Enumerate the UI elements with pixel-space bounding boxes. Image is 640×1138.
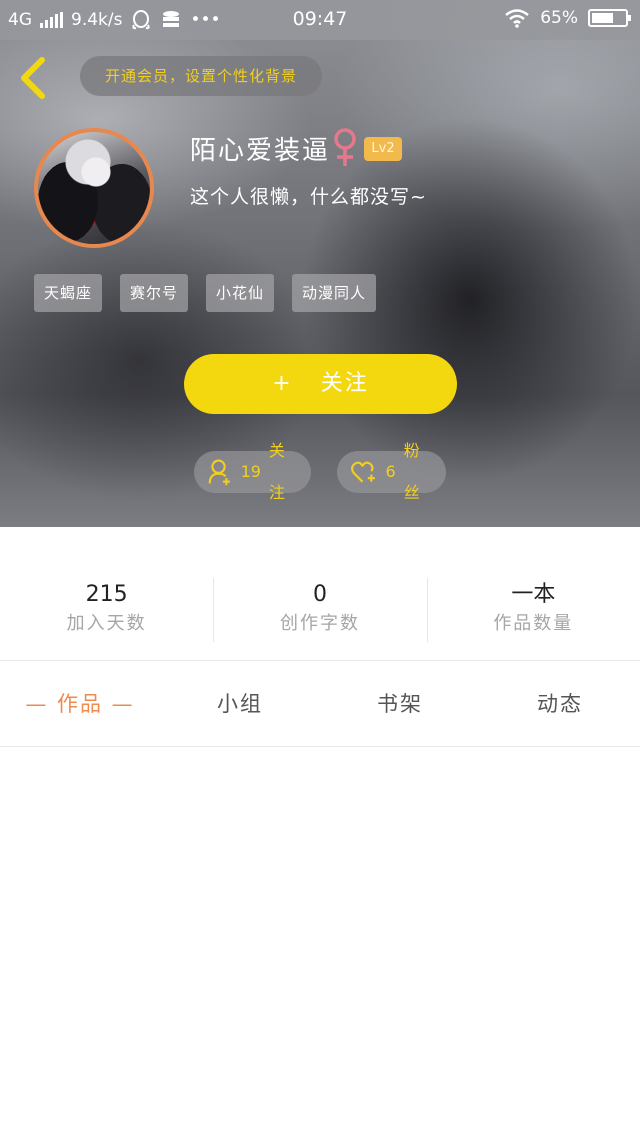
avatar[interactable] bbox=[34, 128, 154, 248]
stat-join-days: 215 加入天数 bbox=[0, 568, 213, 644]
stats-row: 215 加入天数 0 创作字数 一本 作品数量 bbox=[0, 568, 640, 644]
stat-value: 215 bbox=[85, 582, 128, 607]
following-count: 19 bbox=[240, 462, 261, 481]
tag-list: 天蝎座 赛尔号 小花仙 动漫同人 bbox=[34, 274, 377, 312]
content-area bbox=[0, 747, 640, 1138]
tag-item[interactable]: 赛尔号 bbox=[120, 274, 189, 312]
username: 陌心爱装逼 bbox=[190, 136, 331, 166]
profile-tabs: — 作品 — 小组 书架 动态 bbox=[0, 662, 640, 746]
divider bbox=[0, 660, 640, 661]
fans-count-button[interactable]: 6 粉丝 bbox=[337, 441, 446, 502]
fans-count: 6 bbox=[385, 462, 396, 481]
stat-word-count: 0 创作字数 bbox=[213, 568, 426, 644]
tab-works[interactable]: — 作品 — bbox=[0, 662, 160, 746]
following-count-button[interactable]: 19 关注 bbox=[194, 441, 311, 502]
tag-item[interactable]: 小花仙 bbox=[206, 274, 275, 312]
follow-button-label: 关注 bbox=[320, 371, 369, 396]
stat-value: 0 bbox=[312, 582, 327, 607]
tab-bookshelf[interactable]: 书架 bbox=[320, 662, 480, 746]
stat-works-count: 一本 作品数量 bbox=[426, 568, 640, 644]
status-right: 65% bbox=[504, 8, 631, 28]
back-button[interactable] bbox=[14, 56, 54, 100]
wifi-icon bbox=[505, 9, 529, 28]
heart-add-icon bbox=[351, 461, 375, 483]
fans-label: 粉丝 bbox=[403, 441, 420, 502]
back-arrow-icon bbox=[21, 57, 45, 99]
tab-groups[interactable]: 小组 bbox=[160, 662, 320, 746]
follow-button[interactable]: + 关注 bbox=[184, 354, 457, 414]
battery-percent: 65% bbox=[540, 8, 578, 28]
user-add-icon bbox=[208, 459, 230, 486]
stat-label: 作品数量 bbox=[493, 613, 574, 634]
profile-header: 4G 9.4k/s ••• 09:47 65% 开通会员，设置个性化背景 陌心爱… bbox=[0, 0, 640, 527]
vip-background-banner[interactable]: 开通会员，设置个性化背景 bbox=[80, 56, 322, 96]
tab-activity[interactable]: 动态 bbox=[480, 662, 640, 746]
user-bio: 这个人很懒，什么都没写~ bbox=[190, 186, 427, 208]
stat-label: 创作字数 bbox=[279, 613, 360, 634]
stat-value: 一本 bbox=[511, 582, 556, 607]
battery-icon bbox=[588, 9, 631, 27]
following-label: 关注 bbox=[268, 441, 285, 502]
level-badge: Lv2 bbox=[364, 137, 402, 161]
female-gender-icon bbox=[334, 128, 356, 166]
plus-icon: + bbox=[272, 371, 293, 396]
tag-item[interactable]: 天蝎座 bbox=[34, 274, 103, 312]
tag-item[interactable]: 动漫同人 bbox=[292, 274, 377, 312]
stat-label: 加入天数 bbox=[66, 613, 147, 634]
status-bar: 4G 9.4k/s ••• 09:47 65% bbox=[0, 0, 640, 40]
